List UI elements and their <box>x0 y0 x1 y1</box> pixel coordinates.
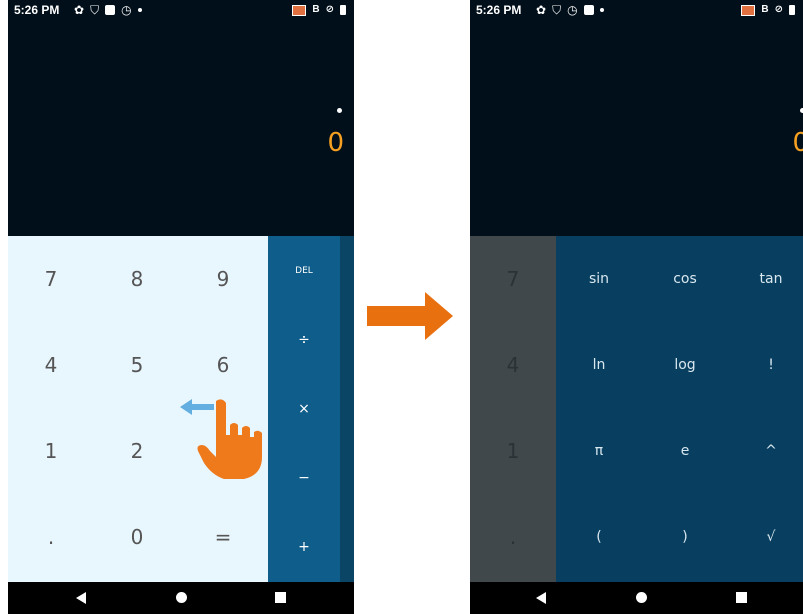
square-notification-icon <box>105 5 116 15</box>
back-icon[interactable] <box>76 592 86 604</box>
swipe-left-hand-icon <box>180 399 262 479</box>
bluetooth-icon: B <box>312 4 320 15</box>
key-1: 1 <box>506 439 520 463</box>
result-text: 0 <box>327 128 344 158</box>
e-button[interactable]: e <box>642 408 728 494</box>
tan-button[interactable]: tan <box>728 236 803 322</box>
shield-icon: ⛉ <box>552 3 562 17</box>
key-7: 7 <box>506 267 520 291</box>
scientific-panel: sin cos tan ln log ! π e ^ ( ) √ <box>556 236 803 582</box>
key-8[interactable]: 8 <box>94 236 180 322</box>
key-4[interactable]: 4 <box>8 322 94 408</box>
key-9[interactable]: 9 <box>180 236 266 322</box>
divide-button[interactable]: ÷ <box>268 305 340 374</box>
recents-icon[interactable] <box>736 592 747 603</box>
key-5[interactable]: 5 <box>94 322 180 408</box>
log-button[interactable]: log <box>642 322 728 408</box>
key-1[interactable]: 1 <box>8 408 94 494</box>
timer-icon: ◷ <box>121 3 132 17</box>
minus-button[interactable]: − <box>268 443 340 512</box>
status-bar: 5:26 PM ✿ ⛉ ◷ B ⊘ <box>8 0 354 20</box>
navigation-bar <box>8 582 354 614</box>
open-paren-button[interactable]: ( <box>556 494 642 580</box>
sin-button[interactable]: sin <box>556 236 642 322</box>
multiply-button[interactable]: × <box>268 374 340 443</box>
keypad: 7 4 1 . sin cos tan ln log ! π e ^ ( ) √ <box>470 236 803 582</box>
bluetooth-icon: B <box>761 4 769 15</box>
timer-icon: ◷ <box>567 3 578 17</box>
right-arrow-icon <box>367 292 453 340</box>
key-7[interactable]: 7 <box>8 236 94 322</box>
battery-icon <box>340 5 346 15</box>
home-icon[interactable] <box>636 592 647 603</box>
key-2[interactable]: 2 <box>94 408 180 494</box>
key-decimal: . <box>509 525 517 549</box>
mute-icon: ⊘ <box>774 4 783 15</box>
cos-button[interactable]: cos <box>642 236 728 322</box>
advanced-panel-edge[interactable] <box>340 236 354 582</box>
ln-button[interactable]: ln <box>556 322 642 408</box>
pi-button[interactable]: π <box>556 408 642 494</box>
recents-icon[interactable] <box>275 592 286 603</box>
status-time: 5:26 PM <box>14 3 60 17</box>
delete-button[interactable]: DEL <box>268 236 340 305</box>
shield-icon: ⛉ <box>90 3 100 17</box>
settings-icon: ✿ <box>536 3 547 17</box>
sqrt-button[interactable]: √ <box>728 494 803 580</box>
notification-dot-icon <box>137 8 142 12</box>
square-notification-icon <box>583 5 594 15</box>
calculator-display: 0 <box>470 20 803 236</box>
notification-dot-icon <box>599 8 604 12</box>
mute-icon: ⊘ <box>325 4 334 15</box>
battery-icon <box>789 5 795 15</box>
cast-icon <box>741 4 756 16</box>
power-button[interactable]: ^ <box>728 408 803 494</box>
navigation-bar <box>470 582 803 614</box>
factorial-button[interactable]: ! <box>728 322 803 408</box>
display-dot <box>337 108 342 113</box>
number-pad-dimmed: 7 4 1 . <box>470 236 556 582</box>
home-icon[interactable] <box>176 592 187 603</box>
phone-screen-before: 5:26 PM ✿ ⛉ ◷ B ⊘ 0 7 8 9 4 5 6 1 2 . 0 … <box>8 0 354 614</box>
close-paren-button[interactable]: ) <box>642 494 728 580</box>
calculator-display: 0 <box>8 20 354 236</box>
phone-screen-after: 5:26 PM ✿ ⛉ ◷ B ⊘ 0 7 4 1 . sin cos tan <box>470 0 803 614</box>
key-4: 4 <box>506 353 520 377</box>
status-time: 5:26 PM <box>476 3 522 17</box>
key-decimal[interactable]: . <box>8 494 94 580</box>
key-0[interactable]: 0 <box>94 494 180 580</box>
back-icon[interactable] <box>536 592 546 604</box>
settings-icon: ✿ <box>74 3 85 17</box>
operator-panel: DEL ÷ × − + <box>268 236 340 582</box>
plus-button[interactable]: + <box>268 512 340 581</box>
status-bar: 5:26 PM ✿ ⛉ ◷ B ⊘ <box>470 0 803 20</box>
cast-icon <box>292 4 307 16</box>
key-equals[interactable]: = <box>180 494 266 580</box>
result-text: 0 <box>792 128 803 158</box>
